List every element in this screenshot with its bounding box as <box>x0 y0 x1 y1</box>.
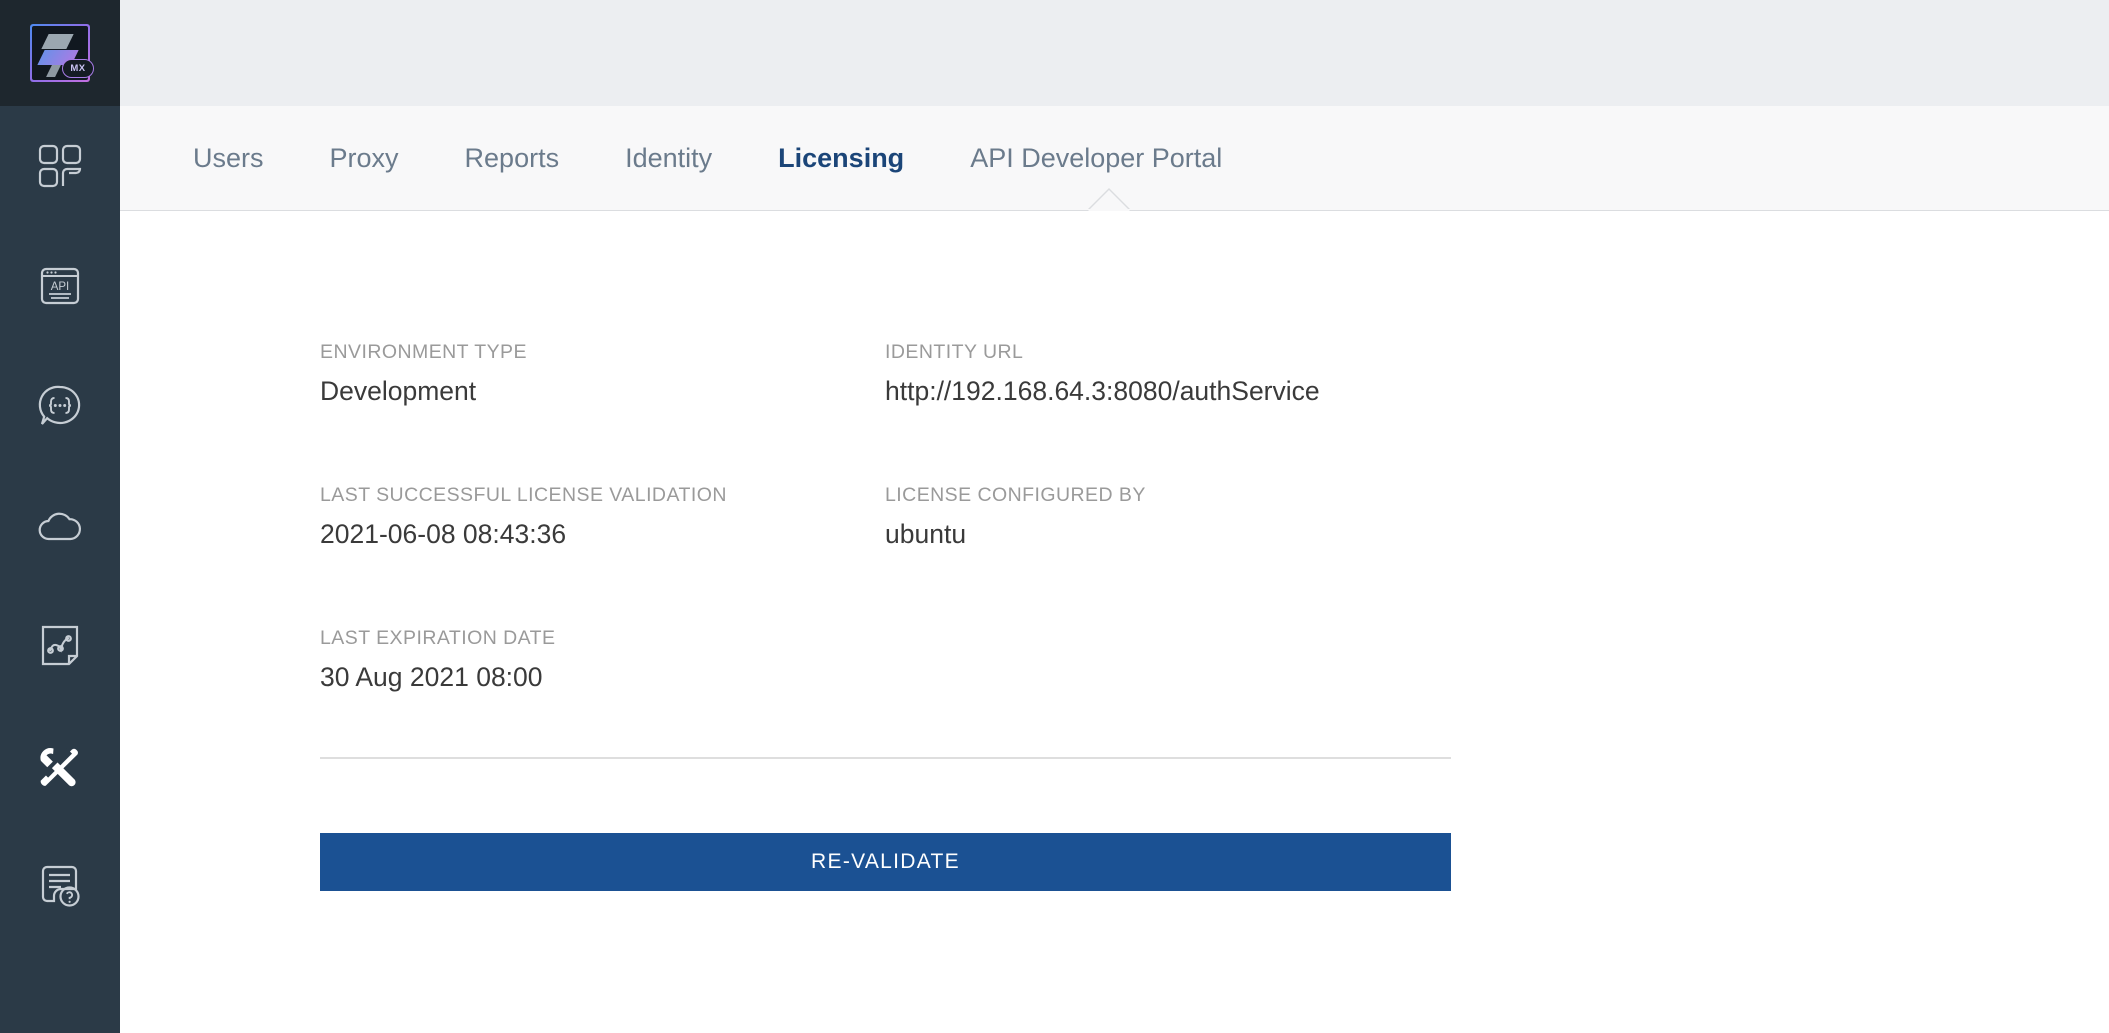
tools-icon <box>36 742 84 790</box>
tab-proxy[interactable]: Proxy <box>297 143 432 174</box>
field-value: Development <box>320 376 885 407</box>
api-icon: API <box>38 264 82 308</box>
sidebar-item-analytics[interactable] <box>0 586 120 706</box>
main-area: Users Proxy Reports Identity Licensing A… <box>120 0 2109 1033</box>
details-row-1: ENVIRONMENT TYPE Development IDENTITY UR… <box>320 341 1450 484</box>
field-value: http://192.168.64.3:8080/authService <box>885 376 1450 407</box>
docs-help-icon <box>37 863 83 909</box>
json-bubble-icon <box>37 383 83 429</box>
analytics-report-icon <box>38 623 82 669</box>
active-tab-caret-icon <box>1088 190 1130 211</box>
field-label: LICENSE CONFIGURED BY <box>885 484 1450 507</box>
svg-text:API: API <box>51 281 70 293</box>
top-header-bar <box>120 0 2109 106</box>
field-license-configured-by: LICENSE CONFIGURED BY ubuntu <box>885 484 1450 550</box>
tab-identity[interactable]: Identity <box>592 143 745 174</box>
licensing-panel: ENVIRONMENT TYPE Development IDENTITY UR… <box>120 211 2109 1033</box>
sidebar-item-dashboard[interactable] <box>0 106 120 226</box>
tab-users[interactable]: Users <box>160 143 297 174</box>
logo-shape-top <box>41 34 73 49</box>
field-label: ENVIRONMENT TYPE <box>320 341 885 364</box>
details-row-2: LAST SUCCESSFUL LICENSE VALIDATION 2021-… <box>320 484 1450 627</box>
logo-mark: MX <box>30 24 90 82</box>
tab-licensing[interactable]: Licensing <box>745 143 937 174</box>
sidebar-item-cloud[interactable] <box>0 466 120 586</box>
field-last-successful-license-validation: LAST SUCCESSFUL LICENSE VALIDATION 2021-… <box>320 484 885 550</box>
license-details-grid: ENVIRONMENT TYPE Development IDENTITY UR… <box>320 341 1450 770</box>
tab-reports[interactable]: Reports <box>432 143 593 174</box>
sidebar-nav: API <box>0 106 120 946</box>
sidebar-item-messages[interactable] <box>0 346 120 466</box>
field-last-expiration-date: LAST EXPIRATION DATE 30 Aug 2021 08:00 <box>320 627 885 693</box>
field-value: 2021-06-08 08:43:36 <box>320 519 885 550</box>
section-divider <box>320 757 1451 759</box>
field-label: LAST EXPIRATION DATE <box>320 627 885 650</box>
sidebar-item-tools[interactable] <box>0 706 120 826</box>
field-environment-type: ENVIRONMENT TYPE Development <box>320 341 885 407</box>
logo-inner: MX <box>32 26 88 80</box>
app-logo[interactable]: MX <box>0 0 120 106</box>
revalidate-button[interactable]: RE-VALIDATE <box>320 833 1451 891</box>
tab-navigation: Users Proxy Reports Identity Licensing A… <box>120 106 2109 211</box>
sidebar-item-help[interactable] <box>0 826 120 946</box>
details-row-3: LAST EXPIRATION DATE 30 Aug 2021 08:00 <box>320 627 1450 770</box>
field-identity-url: IDENTITY URL http://192.168.64.3:8080/au… <box>885 341 1450 407</box>
field-value: 30 Aug 2021 08:00 <box>320 662 885 693</box>
sidebar-item-api[interactable]: API <box>0 226 120 346</box>
field-value: ubuntu <box>885 519 1450 550</box>
logo-shape-bottom <box>46 65 61 77</box>
logo-badge-mx: MX <box>62 59 94 78</box>
sidebar: MX API <box>0 0 120 1033</box>
tab-api-developer-portal[interactable]: API Developer Portal <box>937 143 1255 174</box>
field-label: IDENTITY URL <box>885 341 1450 364</box>
cloud-icon <box>36 506 84 546</box>
field-label: LAST SUCCESSFUL LICENSE VALIDATION <box>320 484 885 507</box>
dashboard-icon <box>37 143 83 189</box>
